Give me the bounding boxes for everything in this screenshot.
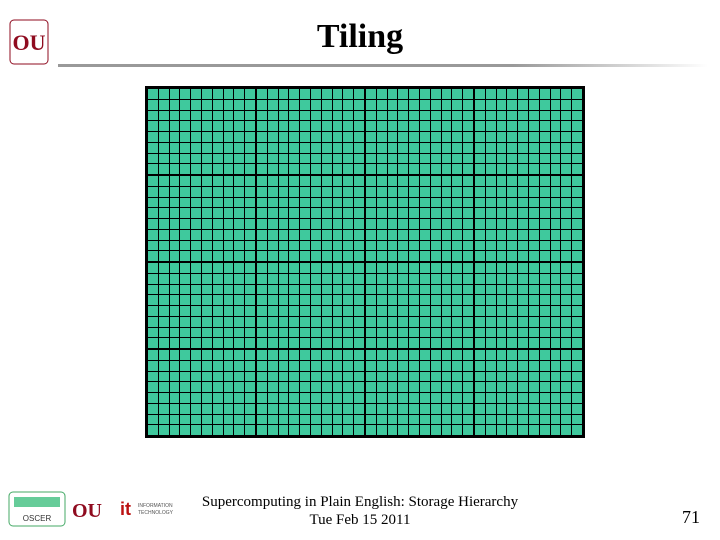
grid-major-row bbox=[148, 350, 582, 435]
grid-major-cell bbox=[257, 350, 366, 435]
grid-major-cell bbox=[148, 350, 257, 435]
grid-major-cell bbox=[475, 263, 582, 348]
page-number: 71 bbox=[682, 507, 700, 528]
grid-major-cell bbox=[148, 89, 257, 174]
footer-caption: Supercomputing in Plain English: Storage… bbox=[0, 493, 720, 531]
grid-major-cell bbox=[257, 263, 366, 348]
grid-major-cell bbox=[148, 176, 257, 261]
footer-line-2: Tue Feb 15 2011 bbox=[0, 511, 720, 530]
grid-major-cell bbox=[366, 176, 475, 261]
footer-line-1: Supercomputing in Plain English: Storage… bbox=[0, 493, 720, 512]
grid-major-cell bbox=[475, 176, 582, 261]
tiling-grid bbox=[145, 86, 585, 438]
grid-major-cell bbox=[366, 263, 475, 348]
slide-header: OU Tiling bbox=[0, 0, 720, 70]
grid-major-cell bbox=[475, 89, 582, 174]
grid-major-cell bbox=[257, 176, 366, 261]
grid-major-row bbox=[148, 176, 582, 263]
grid-major-cell bbox=[257, 89, 366, 174]
grid-major-cell bbox=[475, 350, 582, 435]
grid-major-cell bbox=[366, 350, 475, 435]
grid-major-row bbox=[148, 89, 582, 176]
grid-major-cell bbox=[148, 263, 257, 348]
slide-title: Tiling bbox=[0, 18, 720, 56]
grid-major-row bbox=[148, 263, 582, 350]
grid-major-cell bbox=[366, 89, 475, 174]
title-underline bbox=[58, 64, 708, 67]
slide-footer: OSCER OU it INFORMATION TECHNOLOGY Super… bbox=[0, 478, 720, 540]
